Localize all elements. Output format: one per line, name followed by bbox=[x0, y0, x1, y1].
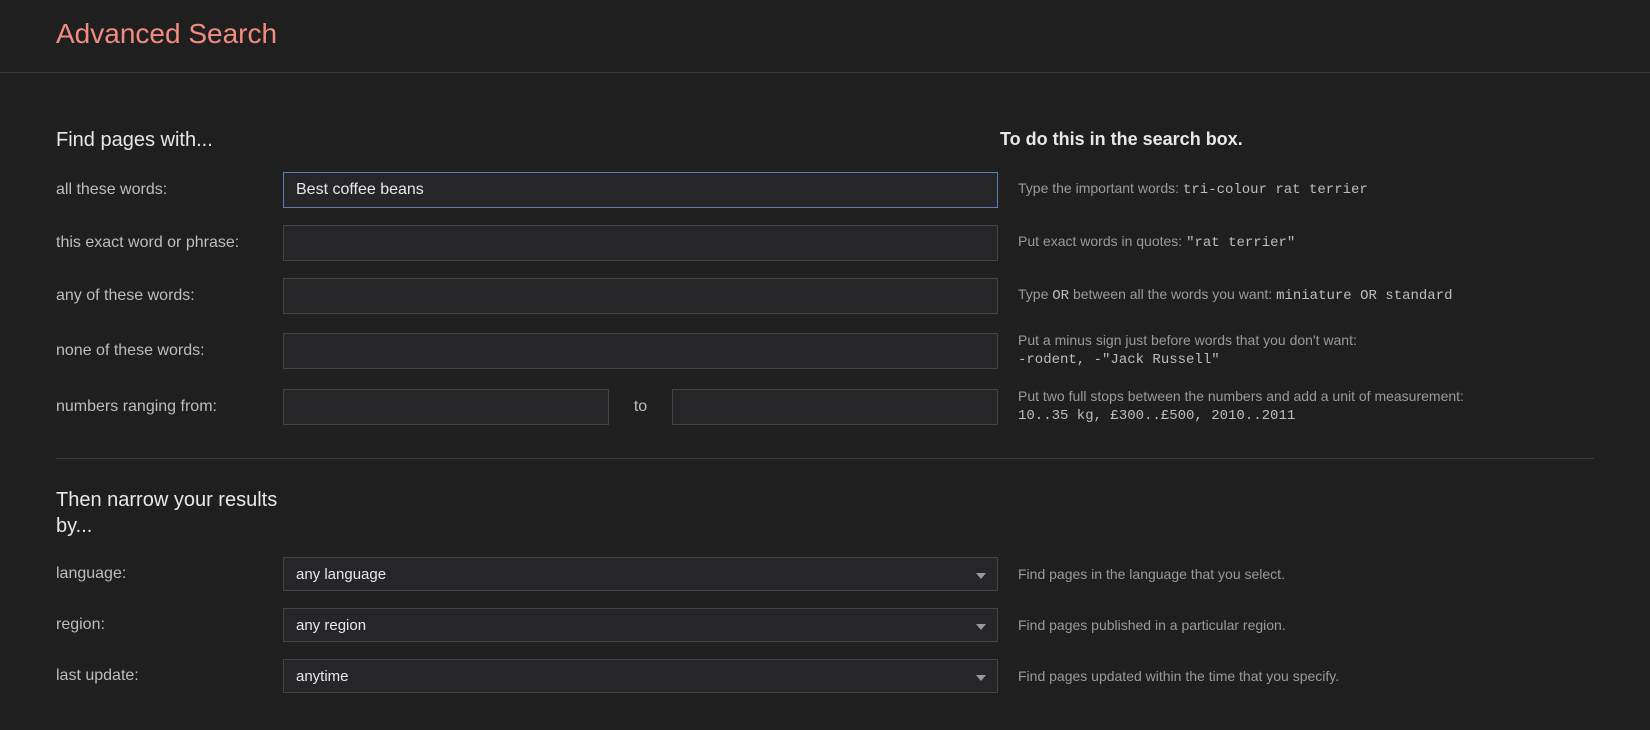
input-exact-phrase[interactable] bbox=[283, 225, 998, 261]
help-all-words-prefix: Type the important words: bbox=[1018, 180, 1183, 196]
select-region-value: any region bbox=[296, 617, 366, 634]
help-exact-example: "rat terrier" bbox=[1186, 235, 1295, 251]
help-region: Find pages published in a particular reg… bbox=[1018, 616, 1594, 636]
help-number-range: Put two full stops between the numbers a… bbox=[1018, 387, 1594, 426]
help-language: Find pages in the language that you sele… bbox=[1018, 565, 1594, 585]
row-last-update: last update: anytime Find pages updated … bbox=[56, 659, 1594, 693]
label-number-range: numbers ranging from: bbox=[56, 398, 283, 416]
label-region: region: bbox=[56, 616, 283, 634]
select-last-update-value: anytime bbox=[296, 668, 349, 685]
help-none-line1: Put a minus sign just before words that … bbox=[1018, 332, 1357, 348]
help-none-example: -rodent, -"Jack Russell" bbox=[1018, 351, 1594, 371]
row-all-words: all these words: Type the important word… bbox=[56, 172, 1594, 208]
label-last-update: last update: bbox=[56, 667, 283, 685]
page-header: Advanced Search bbox=[0, 0, 1650, 73]
help-range-example: 10..35 kg, £300..£500, 2010..2011 bbox=[1018, 407, 1594, 427]
select-language[interactable]: any language bbox=[283, 557, 998, 591]
row-region: region: any region Find pages published … bbox=[56, 608, 1594, 642]
help-exact-phrase: Put exact words in quotes: "rat terrier" bbox=[1018, 232, 1594, 254]
row-exact-phrase: this exact word or phrase: Put exact wor… bbox=[56, 225, 1594, 261]
narrow-results-title: Then narrow your results by... bbox=[56, 487, 283, 539]
help-all-words: Type the important words: tri-colour rat… bbox=[1018, 179, 1594, 201]
narrow-section-header: Then narrow your results by... bbox=[56, 487, 1594, 539]
input-range-from[interactable] bbox=[283, 389, 609, 425]
select-region[interactable]: any region bbox=[283, 608, 998, 642]
label-exact-phrase: this exact word or phrase: bbox=[56, 234, 283, 252]
input-range-to[interactable] bbox=[672, 389, 998, 425]
help-any-prefix1: Type bbox=[1018, 286, 1052, 302]
help-all-words-example: tri-colour rat terrier bbox=[1183, 182, 1368, 198]
help-exact-prefix: Put exact words in quotes: bbox=[1018, 233, 1186, 249]
help-any-words: Type OR between all the words you want: … bbox=[1018, 285, 1594, 307]
help-range-line1: Put two full stops between the numbers a… bbox=[1018, 388, 1464, 404]
find-section-header: Find pages with... To do this in the sea… bbox=[56, 129, 1594, 152]
label-any-words: any of these words: bbox=[56, 287, 283, 305]
page-title: Advanced Search bbox=[56, 18, 1650, 50]
input-any-words[interactable] bbox=[283, 278, 998, 314]
row-number-range: numbers ranging from: to Put two full st… bbox=[56, 387, 1594, 426]
label-language: language: bbox=[56, 565, 283, 583]
find-pages-title: Find pages with... bbox=[56, 129, 1000, 152]
help-any-example: miniature OR standard bbox=[1276, 288, 1452, 304]
row-language: language: any language Find pages in the… bbox=[56, 557, 1594, 591]
input-none-words[interactable] bbox=[283, 333, 998, 369]
help-any-prefix2: between all the words you want: bbox=[1069, 286, 1276, 302]
section-divider bbox=[56, 458, 1594, 459]
content-area: Find pages with... To do this in the sea… bbox=[0, 129, 1650, 693]
row-none-words: none of these words: Put a minus sign ju… bbox=[56, 331, 1594, 370]
help-any-or: OR bbox=[1052, 288, 1069, 304]
select-language-value: any language bbox=[296, 566, 386, 583]
label-none-words: none of these words: bbox=[56, 342, 283, 360]
select-last-update[interactable]: anytime bbox=[283, 659, 998, 693]
help-none-words: Put a minus sign just before words that … bbox=[1018, 331, 1594, 370]
input-all-words[interactable] bbox=[283, 172, 998, 208]
help-column-title: To do this in the search box. bbox=[1000, 129, 1243, 152]
row-any-words: any of these words: Type OR between all … bbox=[56, 278, 1594, 314]
range-separator: to bbox=[609, 398, 672, 416]
help-last-update: Find pages updated within the time that … bbox=[1018, 667, 1594, 687]
label-all-words: all these words: bbox=[56, 181, 283, 199]
